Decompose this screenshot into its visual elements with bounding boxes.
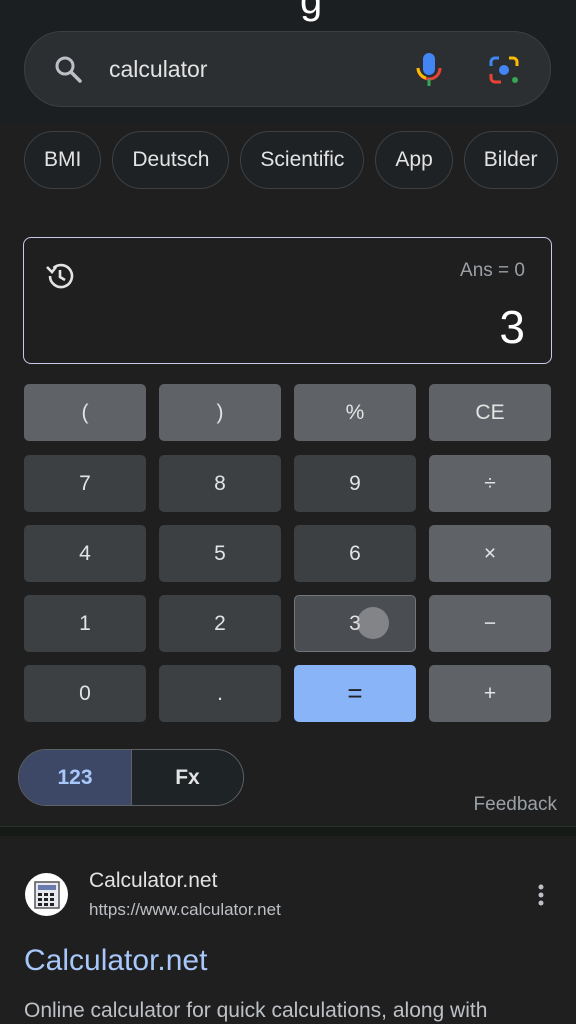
digit-0-button[interactable]: 0	[24, 665, 146, 722]
digit-9-button[interactable]: 9	[294, 455, 416, 512]
lens-camera-icon[interactable]	[487, 54, 521, 91]
filter-chips: BMI Deutsch Scientific App Bilder	[24, 131, 558, 189]
history-icon[interactable]	[44, 260, 76, 297]
more-options-icon[interactable]	[534, 883, 548, 912]
feedback-link[interactable]: Feedback	[474, 794, 557, 816]
chip-scientific[interactable]: Scientific	[240, 131, 365, 189]
google-logo-fragment: g	[300, 0, 323, 22]
result-title-link[interactable]: Calculator.net	[24, 944, 207, 978]
result-description: Online calculator for quick calculations…	[24, 999, 488, 1022]
digit-6-button[interactable]: 6	[294, 525, 416, 582]
percent-button[interactable]: %	[294, 384, 416, 441]
open-paren-button[interactable]: (	[24, 384, 146, 441]
decimal-button[interactable]: .	[159, 665, 281, 722]
touch-indicator	[357, 607, 389, 639]
chip-deutsch[interactable]: Deutsch	[112, 131, 230, 189]
result-url[interactable]: https://www.calculator.net	[89, 900, 281, 920]
calculator-display: Ans = 0 3	[23, 237, 552, 364]
digit-4-button[interactable]: 4	[24, 525, 146, 582]
display-value: 3	[499, 301, 525, 353]
digit-7-button[interactable]: 7	[24, 455, 146, 512]
digit-2-button[interactable]: 2	[159, 595, 281, 652]
chip-app[interactable]: App	[375, 131, 453, 189]
equals-button[interactable]: =	[294, 665, 416, 722]
subtract-button[interactable]: −	[429, 595, 551, 652]
digit-3-button[interactable]: 3	[294, 595, 416, 652]
previous-answer: Ans = 0	[460, 260, 525, 281]
close-paren-button[interactable]: )	[159, 384, 281, 441]
digit-5-button[interactable]: 5	[159, 525, 281, 582]
search-header: g calculator	[0, 0, 576, 122]
mode-toggle: 123 Fx	[18, 749, 244, 806]
section-divider	[0, 826, 576, 836]
site-favicon	[25, 873, 68, 916]
mode-123-button[interactable]: 123	[19, 750, 132, 805]
search-icon[interactable]	[53, 54, 83, 89]
add-button[interactable]: +	[429, 665, 551, 722]
mode-fx-button[interactable]: Fx	[132, 750, 243, 805]
chip-bilder[interactable]: Bilder	[463, 131, 558, 189]
result-site-name[interactable]: Calculator.net	[89, 869, 217, 893]
clear-entry-button[interactable]: CE	[429, 384, 551, 441]
digit-8-button[interactable]: 8	[159, 455, 281, 512]
multiply-button[interactable]: ×	[429, 525, 551, 582]
chip-bmi[interactable]: BMI	[24, 131, 102, 189]
digit-1-button[interactable]: 1	[24, 595, 146, 652]
search-input[interactable]: calculator	[109, 56, 207, 83]
microphone-icon[interactable]	[415, 52, 443, 93]
divide-button[interactable]: ÷	[429, 455, 551, 512]
search-bar[interactable]: calculator	[24, 31, 551, 107]
